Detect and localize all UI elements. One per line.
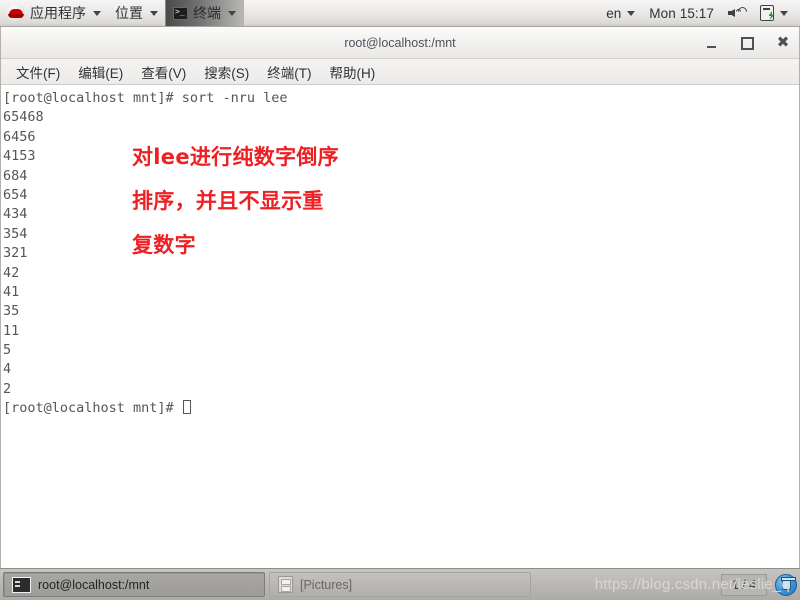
- terminal-window: root@localhost:/mnt ✖ 文件(F) 编辑(E) 查看(V) …: [0, 27, 800, 568]
- terminal-text: [root@localhost mnt]# sort -nru lee 65468…: [3, 89, 799, 419]
- chevron-down-icon: [228, 10, 236, 16]
- terminal-line: 65468: [3, 109, 44, 126]
- power-menu-button[interactable]: [754, 1, 794, 26]
- panel-item-applications-label: 应用程序: [30, 5, 86, 21]
- window-controls: ✖: [703, 27, 791, 59]
- menu-bar: 文件(F) 编辑(E) 查看(V) 搜索(S) 终端(T) 帮助(H): [1, 59, 799, 85]
- close-icon[interactable]: ✖: [775, 34, 791, 51]
- menu-terminal[interactable]: 终端(T): [258, 59, 320, 85]
- page-title: root@localhost:/mnt: [344, 35, 456, 50]
- taskbar-window-pictures-label: [Pictures]: [300, 577, 353, 592]
- chevron-down-icon: [150, 10, 158, 16]
- terminal-output-area[interactable]: [root@localhost mnt]# sort -nru lee 65468…: [1, 85, 799, 568]
- keyboard-layout-indicator[interactable]: en: [600, 1, 641, 26]
- trash-icon[interactable]: [775, 573, 797, 596]
- menu-file[interactable]: 文件(F): [7, 59, 69, 85]
- red-annotation-overlay: 对lee进行纯数字倒序 排序，并且不显示重 复数字: [132, 135, 339, 267]
- terminal-line: 2: [3, 380, 12, 397]
- annotation-line-1: 对lee进行纯数字倒序: [132, 145, 339, 169]
- terminal-line: 684: [3, 167, 28, 184]
- menu-help[interactable]: 帮助(H): [321, 59, 385, 85]
- terminal-icon: [12, 576, 31, 593]
- chevron-down-icon: [93, 10, 101, 16]
- power-battery-icon: [760, 5, 774, 21]
- terminal-line: 42: [3, 264, 20, 281]
- volume-icon: [728, 5, 749, 21]
- keyboard-layout-label: en: [606, 5, 622, 21]
- workspace-switcher[interactable]: 1 / 4: [721, 573, 767, 596]
- desktop-screen: 应用程序 位置 终端 en Mon 15:17: [0, 0, 800, 600]
- terminal-line: 434: [3, 206, 28, 223]
- maximize-icon[interactable]: [739, 35, 755, 51]
- taskbar-window-terminal-label: root@localhost:/mnt: [38, 577, 150, 592]
- terminal-cursor: [182, 400, 191, 415]
- clock[interactable]: Mon 15:17: [643, 1, 720, 26]
- minimize-icon[interactable]: [703, 35, 719, 51]
- terminal-line: [root@localhost mnt]# sort -nru lee: [3, 90, 288, 106]
- chevron-down-icon: [627, 10, 636, 16]
- terminal-line: 41: [3, 283, 20, 300]
- taskbar: root@localhost:/mnt [Pictures] 1 / 4 htt…: [0, 568, 800, 600]
- redhat-logo-icon: [7, 4, 25, 22]
- panel-item-places[interactable]: 位置: [108, 1, 165, 26]
- panel-item-terminal-label: 终端: [193, 5, 221, 21]
- annotation-line-3: 复数字: [132, 233, 196, 257]
- clock-label: Mon 15:17: [649, 5, 714, 21]
- panel-item-applications[interactable]: 应用程序: [0, 1, 108, 26]
- terminal-line: 654: [3, 186, 28, 203]
- annotation-line-2: 排序，并且不显示重: [132, 189, 324, 213]
- window-title-bar[interactable]: root@localhost:/mnt ✖: [1, 27, 799, 59]
- panel-status-area: en Mon 15:17: [600, 0, 800, 27]
- terminal-line: 5: [3, 342, 12, 359]
- volume-button[interactable]: [722, 1, 752, 26]
- menu-edit[interactable]: 编辑(E): [69, 59, 132, 85]
- top-panel: 应用程序 位置 终端 en Mon 15:17: [0, 0, 800, 27]
- file-manager-icon: [278, 576, 293, 593]
- terminal-icon: [173, 6, 188, 20]
- taskbar-window-pictures[interactable]: [Pictures]: [269, 572, 531, 597]
- panel-item-places-label: 位置: [115, 5, 143, 21]
- terminal-line: 35: [3, 303, 20, 320]
- terminal-line: 11: [3, 322, 20, 339]
- chevron-down-icon: [780, 10, 788, 16]
- terminal-line: 321: [3, 245, 28, 262]
- terminal-prompt-line: [root@localhost mnt]#: [3, 399, 799, 418]
- taskbar-window-terminal[interactable]: root@localhost:/mnt: [3, 572, 265, 597]
- menu-search[interactable]: 搜索(S): [195, 59, 258, 85]
- terminal-line: 6456: [3, 128, 36, 145]
- panel-item-terminal[interactable]: 终端: [165, 0, 244, 26]
- terminal-line: 354: [3, 225, 28, 242]
- workspace-switcher-label: 1 / 4: [731, 577, 757, 592]
- terminal-line: 4153: [3, 148, 36, 165]
- menu-view[interactable]: 查看(V): [132, 59, 195, 85]
- terminal-line: 4: [3, 361, 12, 378]
